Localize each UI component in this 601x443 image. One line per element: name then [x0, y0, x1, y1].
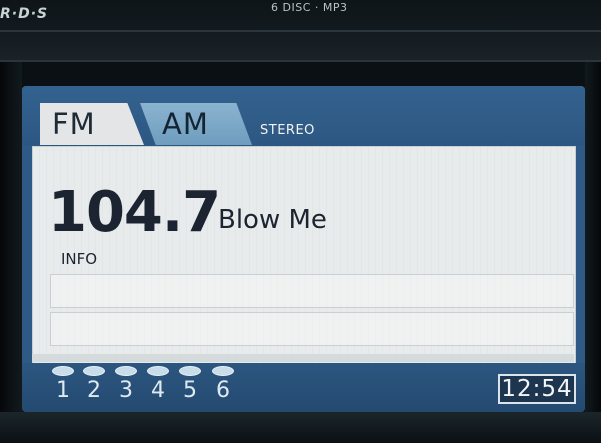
- preset-label: 3: [119, 378, 133, 403]
- bezel-divider: [0, 60, 601, 62]
- preset-button-5[interactable]: 5: [177, 366, 203, 408]
- disc-mp3-label: 6 DISC · MP3: [271, 1, 348, 14]
- preset-label: 5: [183, 378, 197, 403]
- preset-label: 2: [87, 378, 101, 403]
- preset-label: 6: [216, 378, 230, 403]
- preset-button-4[interactable]: 4: [145, 366, 171, 408]
- preset-button-3[interactable]: 3: [113, 366, 139, 408]
- station-name: Blow Me: [218, 205, 327, 235]
- preset-indicator-icon: [83, 366, 105, 376]
- info-line-1: [50, 274, 574, 308]
- bezel-right: [585, 62, 601, 443]
- radio-screen: AM FM STEREO 104.7 Blow Me INFO 1 2 3 4 …: [22, 86, 585, 412]
- preset-indicator-icon: [212, 366, 234, 376]
- bezel-divider: [0, 30, 601, 32]
- preset-label: 1: [56, 378, 70, 403]
- preset-indicator-icon: [52, 366, 74, 376]
- preset-indicator-icon: [179, 366, 201, 376]
- info-label: INFO: [61, 250, 98, 268]
- preset-indicator-icon: [115, 366, 137, 376]
- preset-button-1[interactable]: 1: [50, 366, 76, 408]
- preset-label: 4: [151, 378, 165, 403]
- bezel-bottom: [0, 412, 601, 443]
- clock-display: 12:54: [498, 374, 576, 404]
- preset-button-6[interactable]: 6: [210, 366, 236, 408]
- tab-am-label[interactable]: AM: [162, 107, 209, 141]
- info-line-2: [50, 312, 574, 346]
- tab-fm-label[interactable]: FM: [52, 107, 96, 141]
- panel-footer: [32, 354, 574, 362]
- rds-logo: R·D·S: [0, 6, 49, 22]
- frequency-display: 104.7: [48, 180, 221, 245]
- bezel-left: [0, 62, 22, 443]
- stereo-indicator: STEREO: [260, 123, 315, 138]
- preset-button-2[interactable]: 2: [81, 366, 107, 408]
- preset-indicator-icon: [147, 366, 169, 376]
